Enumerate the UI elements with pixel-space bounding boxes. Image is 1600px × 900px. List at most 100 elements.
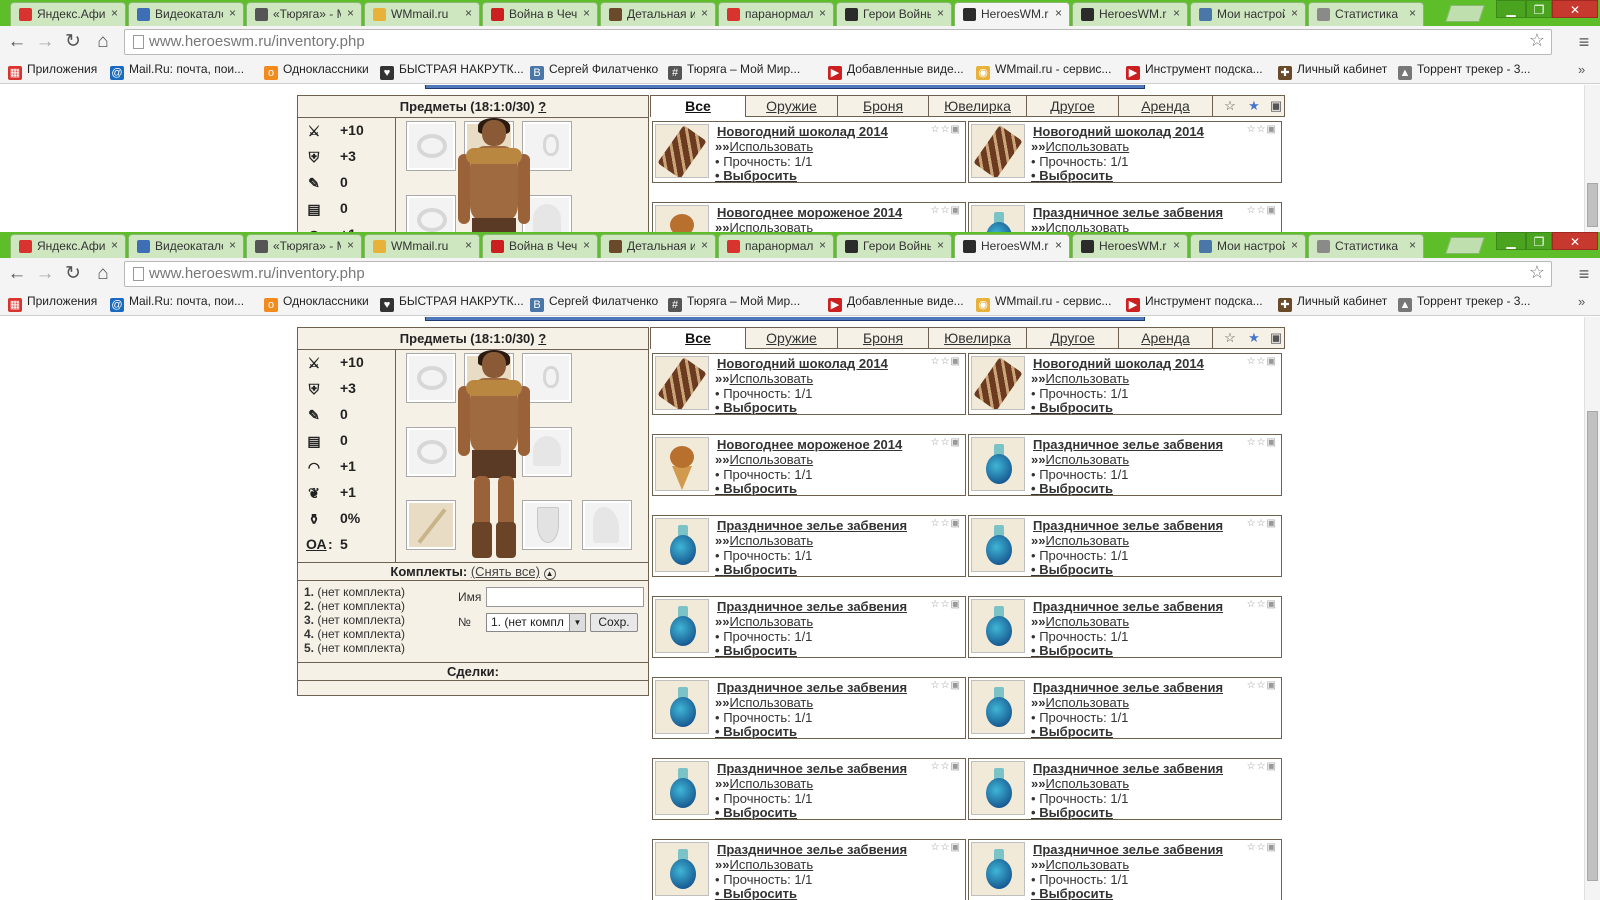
browser-tab[interactable]: Герои Войны × xyxy=(836,234,952,258)
drop-action[interactable]: • Выбросить xyxy=(715,481,797,496)
category-tab[interactable]: Аренда xyxy=(1119,328,1213,349)
address-bar[interactable]: www.heroeswm.ru/inventory.php ☆ xyxy=(124,261,1552,287)
mount-slot[interactable] xyxy=(582,500,632,550)
help-link[interactable]: ? xyxy=(538,331,546,346)
star-filled-icon[interactable]: ★ xyxy=(1245,330,1263,346)
drop-link[interactable]: Выбросить xyxy=(1039,400,1113,415)
drop-link[interactable]: Выбросить xyxy=(723,168,797,183)
use-action[interactable]: »»Использовать xyxy=(715,857,813,872)
drop-action[interactable]: • Выбросить xyxy=(715,168,797,183)
drop-link[interactable]: Выбросить xyxy=(723,643,797,658)
item-action-icons[interactable]: ☆☆▣ xyxy=(931,205,961,216)
use-link[interactable]: Использовать xyxy=(1045,614,1129,629)
item-image[interactable] xyxy=(655,437,709,491)
drop-link[interactable]: Выбросить xyxy=(1039,886,1113,900)
address-bar[interactable]: www.heroeswm.ru/inventory.php ☆ xyxy=(124,29,1552,55)
drop-link[interactable]: Выбросить xyxy=(1039,805,1113,820)
use-link[interactable]: Использовать xyxy=(729,695,813,710)
drop-link[interactable]: Выбросить xyxy=(1039,481,1113,496)
bookmark-item[interactable]: ✚ Личный кабинет xyxy=(1278,62,1387,80)
use-action[interactable]: »»Использовать xyxy=(715,139,813,154)
browser-tab[interactable]: Детальная информ × xyxy=(600,234,716,258)
reload-icon[interactable]: ↻ xyxy=(62,264,84,284)
browser-tab[interactable]: паранормальное × xyxy=(718,234,834,258)
back-icon[interactable]: ← xyxy=(6,32,28,52)
star-outline-icon[interactable]: ☆ xyxy=(1221,98,1239,114)
drop-link[interactable]: Выбросить xyxy=(723,562,797,577)
use-link[interactable]: Использовать xyxy=(1045,695,1129,710)
category-tab[interactable]: Оружие xyxy=(746,96,838,117)
item-name-link[interactable]: Праздничное зелье забвения xyxy=(1033,761,1223,776)
kit-number-select[interactable]: 1. (нет компл ▼ xyxy=(486,613,586,632)
use-action[interactable]: »»Использовать xyxy=(715,533,813,548)
browser-tab[interactable]: HeroesWM.ru × xyxy=(1072,234,1188,258)
drop-link[interactable]: Выбросить xyxy=(723,481,797,496)
item-image[interactable] xyxy=(655,356,709,410)
item-name-link[interactable]: Праздничное зелье забвения xyxy=(1033,599,1223,614)
item-name-link[interactable]: Новогодний шоколад 2014 xyxy=(1033,124,1204,139)
kit-item[interactable]: 5. (нет комплекта) xyxy=(304,641,405,655)
drop-action[interactable]: • Выбросить xyxy=(1031,562,1113,577)
item-name-link[interactable]: Праздничное зелье забвения xyxy=(717,518,907,533)
use-link[interactable]: Использовать xyxy=(1045,220,1129,232)
item-name-link[interactable]: Новогодний шоколад 2014 xyxy=(717,124,888,139)
bookmark-item[interactable]: ▶ Инструмент подска... xyxy=(1126,294,1263,312)
tab-close-icon[interactable]: × xyxy=(347,6,354,20)
use-link[interactable]: Использовать xyxy=(729,614,813,629)
bookmark-star-icon[interactable]: ☆ xyxy=(1529,262,1545,283)
drop-action[interactable]: • Выбросить xyxy=(715,805,797,820)
scrollbar-thumb[interactable] xyxy=(1587,411,1598,881)
category-tab[interactable]: Броня xyxy=(838,96,929,117)
ring-slot[interactable] xyxy=(406,121,456,171)
use-link[interactable]: Использовать xyxy=(729,533,813,548)
tab-close-icon[interactable]: × xyxy=(1055,6,1062,20)
forward-icon[interactable]: → xyxy=(34,32,56,52)
use-link[interactable]: Использовать xyxy=(729,139,813,154)
drop-link[interactable]: Выбросить xyxy=(723,886,797,900)
category-tab[interactable]: Все xyxy=(651,328,746,349)
maximize-button[interactable]: ❐ xyxy=(1526,0,1552,18)
use-action[interactable]: »»Использовать xyxy=(1031,695,1129,710)
browser-tab[interactable]: Мои настройки × xyxy=(1190,2,1306,26)
item-action-icons[interactable]: ☆☆▣ xyxy=(1247,205,1277,216)
browser-tab[interactable]: Статистика × xyxy=(1308,2,1424,26)
tab-close-icon[interactable]: × xyxy=(937,238,944,252)
new-tab-button[interactable] xyxy=(1445,237,1485,254)
item-action-icons[interactable]: ☆☆▣ xyxy=(1247,680,1277,691)
drop-action[interactable]: • Выбросить xyxy=(715,643,797,658)
item-name-link[interactable]: Праздничное зелье забвения xyxy=(717,761,907,776)
category-tab[interactable]: Оружие xyxy=(746,328,838,349)
browser-tab[interactable]: «Тюряга» - Мой × xyxy=(246,2,362,26)
minimize-button[interactable]: ▁ xyxy=(1496,0,1526,18)
item-action-icons[interactable]: ☆☆▣ xyxy=(931,518,961,529)
category-tab[interactable]: Броня xyxy=(838,328,929,349)
item-action-icons[interactable]: ☆☆▣ xyxy=(931,842,961,853)
browser-tab[interactable]: WMmail.ru × xyxy=(364,234,480,258)
tab-close-icon[interactable]: × xyxy=(1055,238,1062,252)
close-window-button[interactable]: ✕ xyxy=(1552,232,1598,250)
browser-tab[interactable]: HeroesWM.ru × xyxy=(954,2,1070,26)
drop-action[interactable]: • Выбросить xyxy=(1031,481,1113,496)
item-image[interactable] xyxy=(971,437,1025,491)
more-bookmarks-icon[interactable]: » xyxy=(1578,294,1585,309)
use-action[interactable]: »»Использовать xyxy=(715,452,813,467)
kit-item[interactable]: 3. (нет комплекта) xyxy=(304,613,405,627)
drop-action[interactable]: • Выбросить xyxy=(715,724,797,739)
drop-action[interactable]: • Выбросить xyxy=(1031,168,1113,183)
browser-tab[interactable]: WMmail.ru × xyxy=(364,2,480,26)
bookmark-item[interactable]: ▦ Приложения xyxy=(8,62,97,80)
item-action-icons[interactable]: ☆☆▣ xyxy=(1247,761,1277,772)
use-action[interactable]: »»Использовать xyxy=(1031,857,1129,872)
kit-item[interactable]: 2. (нет комплекта) xyxy=(304,599,405,613)
use-action[interactable]: »»Использовать xyxy=(715,371,813,386)
tab-close-icon[interactable]: × xyxy=(229,6,236,20)
browser-tab[interactable]: Война в Чечне × xyxy=(482,2,598,26)
drop-link[interactable]: Выбросить xyxy=(723,724,797,739)
bookmark-item[interactable]: ▶ Добавленные виде... xyxy=(828,62,964,80)
bookmark-item[interactable]: ◉ WMmail.ru - сервис... xyxy=(976,62,1111,80)
drop-link[interactable]: Выбросить xyxy=(723,400,797,415)
item-image[interactable] xyxy=(655,680,709,734)
tab-close-icon[interactable]: × xyxy=(701,6,708,20)
use-action[interactable]: »»Использовать xyxy=(715,614,813,629)
tab-close-icon[interactable]: × xyxy=(1409,238,1416,252)
